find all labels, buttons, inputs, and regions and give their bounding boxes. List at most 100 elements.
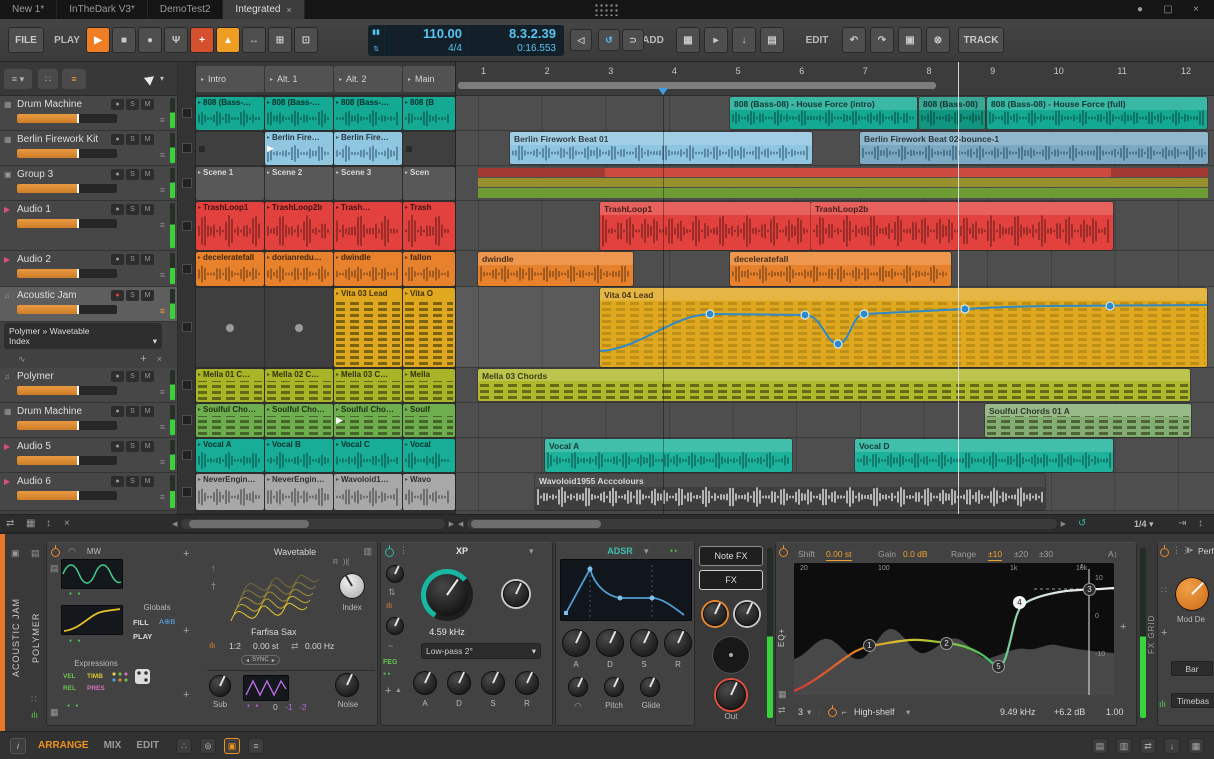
band-type[interactable]: High-shelf: [854, 707, 895, 717]
audio-engine-button[interactable]: Ψ: [164, 27, 188, 53]
resonance-knob[interactable]: [503, 581, 529, 607]
clip-stop-button[interactable]: [182, 178, 192, 188]
launcher-clip[interactable]: ▸ Vocal C: [334, 439, 402, 472]
tempo-display[interactable]: 110.00: [423, 27, 462, 41]
focus-range-button[interactable]: ⊡: [294, 27, 318, 53]
empty-clip-slot[interactable]: [403, 132, 455, 165]
sub-knob[interactable]: [209, 675, 231, 697]
solo-button[interactable]: S: [126, 169, 139, 180]
mute-button[interactable]: M: [141, 254, 154, 265]
launcher-clip[interactable]: ▸ Scene 2: [265, 167, 333, 200]
volume-slider[interactable]: [17, 114, 117, 123]
shuffle-icon[interactable]: ⇅: [373, 45, 379, 53]
gain-value[interactable]: 0.0 dB: [903, 549, 928, 559]
grid-view-button[interactable]: ∷: [38, 69, 58, 89]
mute-button[interactable]: M: [141, 99, 154, 110]
mod-route-dots-icon[interactable]: ●▸: [670, 548, 680, 554]
volume-slider[interactable]: [17, 386, 117, 395]
launcher-clip[interactable]: ▸ Wavo: [403, 474, 455, 510]
launcher-clip[interactable]: ▸ Mella: [403, 369, 455, 402]
fill-button[interactable]: FILL: [133, 618, 149, 627]
vertical-zoom-icon[interactable]: ↕: [1198, 518, 1203, 529]
band-count[interactable]: 3: [798, 707, 803, 717]
mod-knob[interactable]: [386, 617, 404, 635]
scene-play-icon[interactable]: ▸: [408, 76, 411, 83]
clip-play-icon[interactable]: ▸: [405, 406, 408, 413]
track-header[interactable]: ▣ Group 3 ● S M ≡: [0, 166, 177, 201]
monitor-button[interactable]: ●: [111, 169, 124, 180]
arranger-clip[interactable]: Soulful Chords 01 A: [985, 404, 1191, 437]
arranger-clip[interactable]: Vita 04 Lead: [600, 288, 1207, 367]
download-panel-icon[interactable]: ↓: [1164, 738, 1180, 754]
octave-minus2[interactable]: -2: [299, 702, 307, 712]
clip-stop-button[interactable]: [182, 108, 192, 118]
launcher-clip[interactable]: ▸ dwindle: [334, 252, 402, 286]
launcher-clip[interactable]: ▸ Soulful Cho…: [196, 404, 264, 437]
band-q[interactable]: 1.00: [1106, 707, 1124, 717]
track-menu-icon[interactable]: ≡: [160, 457, 165, 467]
pres-tag[interactable]: PRES: [87, 685, 105, 692]
monitor-button[interactable]: ●: [111, 371, 124, 382]
eq-spectrum-display[interactable]: ↕ 20 100 1k 10k 10 0 -10 1 2 5 4 3: [793, 563, 1115, 695]
launcher-clip[interactable]: ▸ 808 (Bass-…: [265, 97, 333, 130]
arranger-clip[interactable]: Vocal A: [545, 439, 792, 472]
arranger-clip[interactable]: Vocal D: [855, 439, 1113, 472]
track-button[interactable]: TRACK: [958, 27, 1004, 53]
zoom-range-bar[interactable]: [458, 82, 936, 89]
clip-play-icon[interactable]: ▸: [405, 99, 408, 106]
scrollbar-thumb[interactable]: [471, 520, 602, 528]
clip-play-icon[interactable]: ▸: [198, 406, 201, 413]
volume-slider[interactable]: [17, 305, 117, 314]
clip-stop-slot[interactable]: [196, 288, 264, 367]
detune-value[interactable]: 0.00 st: [253, 641, 279, 651]
arranger-clip[interactable]: Berlin Firework Beat 01: [510, 132, 812, 164]
solo-button[interactable]: S: [126, 371, 139, 382]
mod-knob[interactable]: [386, 565, 404, 583]
clip-play-icon[interactable]: ▸: [405, 290, 408, 297]
clip-stop-button[interactable]: [182, 322, 192, 332]
perf-device[interactable]: ⋮⋮ ▮▸ Perf ∷ + ılı Mod De Bar Timebas: [1157, 542, 1214, 726]
launcher-clip[interactable]: ▸ Wavoloid1…: [334, 474, 402, 510]
scene-header[interactable]: ▸ Main: [403, 66, 455, 92]
scroll-left-icon[interactable]: ◀: [172, 520, 177, 528]
mod-route-dots-icon[interactable]: ● ●: [67, 703, 80, 709]
arranger-clip[interactable]: Wavoloid1955 Acccolours: [535, 474, 1045, 510]
pointer-tool-icon[interactable]: [143, 72, 158, 86]
view-tab-edit[interactable]: EDIT: [136, 740, 159, 751]
band-freq[interactable]: 9.49 kHz: [1000, 707, 1036, 717]
clip-stop-button[interactable]: [182, 450, 192, 460]
launcher-clip[interactable]: ▸ NeverEngin…: [265, 474, 333, 510]
track-menu-icon[interactable]: ≡: [160, 185, 165, 195]
track-header[interactable]: ▶ Audio 1 ● S M ≡: [0, 201, 177, 251]
browser-button[interactable]: ▤: [760, 27, 784, 53]
launcher-clip[interactable]: ▸ Mella 02 C…: [265, 369, 333, 402]
glide-knob[interactable]: [640, 677, 660, 697]
group-subclip[interactable]: [605, 168, 1111, 177]
eq-band-handle[interactable]: 3: [1083, 583, 1096, 596]
mixer-panel-icon[interactable]: ▦: [1188, 738, 1204, 754]
file-panel-icon[interactable]: ▥: [1116, 738, 1132, 754]
scene-play-icon[interactable]: ▸: [270, 76, 273, 83]
clip-play-icon[interactable]: ▸: [336, 134, 339, 141]
mute-button[interactable]: M: [141, 169, 154, 180]
mod-route-dots-icon[interactable]: ● ●: [69, 638, 82, 644]
mute-button[interactable]: M: [141, 290, 154, 301]
launcher-clip[interactable]: ▸ Soulful Cho… ▶: [334, 404, 402, 437]
launcher-clip[interactable]: ▸ Scen: [403, 167, 455, 200]
add-modulator-button[interactable]: +: [183, 625, 189, 637]
launcher-clip[interactable]: ▸ Berlin Fire…: [334, 132, 402, 165]
grid-view-icon[interactable]: ▦: [26, 518, 35, 529]
device-power-button[interactable]: [1160, 545, 1169, 557]
adsr-envelope-section[interactable]: ADSR ▾ ●▸ A D S R ◠ Pitch Glide: [555, 542, 695, 726]
launcher-clip[interactable]: ▸ TrashLoop2b: [265, 202, 333, 250]
arranger-clip[interactable]: TrashLoop2b: [811, 202, 1113, 250]
device-power-button[interactable]: [385, 545, 394, 557]
clip-play-icon[interactable]: ▸: [405, 254, 408, 261]
clip-stop-button[interactable]: [182, 415, 192, 425]
fx-tab[interactable]: FX: [699, 570, 763, 590]
spread-display[interactable]: [712, 636, 750, 674]
chevron-down-icon[interactable]: ▾: [529, 546, 534, 557]
left-arrow-icon[interactable]: ◂: [246, 657, 249, 664]
device-chain-selector[interactable]: Polymer » Wavetable Index ▾: [4, 323, 162, 349]
clip-play-icon[interactable]: ▸: [336, 99, 339, 106]
